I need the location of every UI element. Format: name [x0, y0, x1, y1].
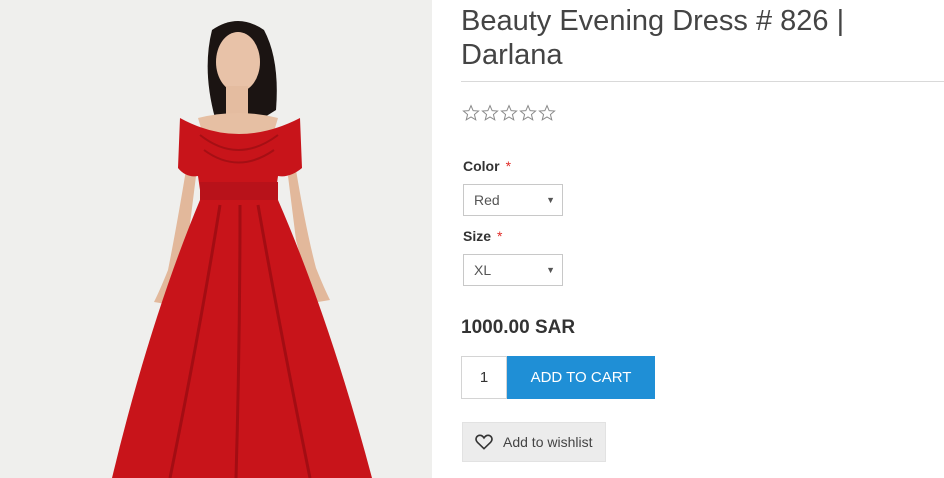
chevron-down-icon: ▼ — [546, 265, 555, 275]
product-title: Beauty Evening Dress # 826 | Darlana — [461, 5, 845, 71]
chevron-down-icon: ▼ — [546, 195, 555, 205]
color-select-value: Red — [474, 192, 500, 208]
star-icon[interactable] — [538, 104, 556, 122]
size-label-text: Size — [463, 228, 492, 244]
color-label-text: Color — [463, 158, 500, 174]
product-price: 1000.00 SAR — [461, 317, 576, 338]
star-icon[interactable] — [500, 104, 518, 122]
required-mark: * — [497, 228, 503, 244]
dress-photo — [0, 0, 432, 478]
wishlist-label: Add to wishlist — [503, 434, 593, 450]
title-divider — [461, 81, 944, 82]
star-icon[interactable] — [462, 104, 480, 122]
product-details: Beauty Evening Dress # 826 | Darlana Col… — [461, 0, 944, 478]
color-select[interactable]: Red ▼ — [463, 184, 563, 216]
star-icon[interactable] — [481, 104, 499, 122]
size-select-value: XL — [474, 262, 492, 278]
product-page: Beauty Evening Dress # 826 | Darlana Col… — [0, 0, 944, 478]
product-image[interactable] — [0, 0, 432, 478]
size-select[interactable]: XL ▼ — [463, 254, 563, 286]
add-to-cart-button[interactable]: ADD TO CART — [507, 356, 655, 399]
add-to-wishlist-button[interactable]: Add to wishlist — [462, 422, 606, 462]
rating-stars[interactable] — [462, 104, 556, 122]
color-option-label: Color * — [463, 158, 511, 174]
heart-icon — [475, 434, 493, 450]
size-option-label: Size * — [463, 228, 502, 244]
required-mark: * — [505, 158, 512, 174]
quantity-input[interactable]: 1 — [461, 356, 507, 399]
star-icon[interactable] — [519, 104, 537, 122]
